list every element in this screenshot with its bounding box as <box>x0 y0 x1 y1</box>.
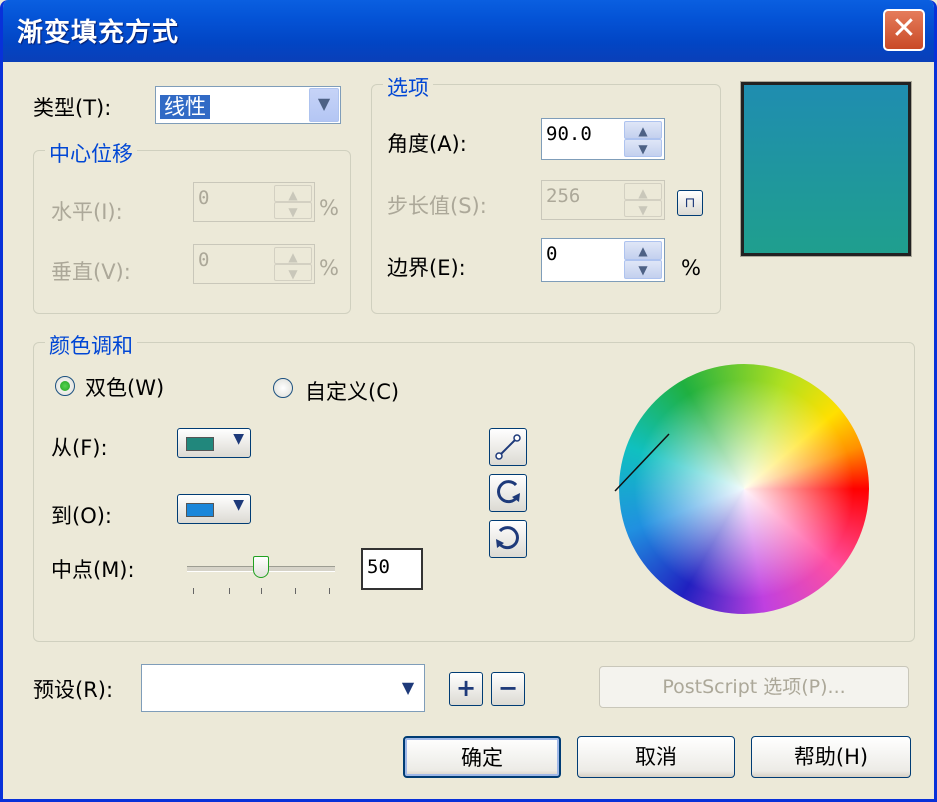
postscript-options-button[interactable]: PostScript 选项(P)... <box>599 666 909 708</box>
type-select[interactable]: 线性 ▼ <box>155 86 341 124</box>
spin-down-icon[interactable]: ▼ <box>274 202 312 219</box>
counterclockwise-path-icon[interactable] <box>489 474 527 512</box>
color-blend-legend: 颜色调和 <box>45 330 137 360</box>
options-legend: 选项 <box>383 72 433 102</box>
custom-radio[interactable] <box>273 378 293 398</box>
title-bar: 渐变填充方式 ✕ <box>3 0 934 62</box>
spin-up-icon[interactable]: ▲ <box>624 121 662 139</box>
two-color-radio[interactable] <box>55 376 75 396</box>
angle-value[interactable]: 90.0 <box>546 123 592 145</box>
help-button[interactable]: 帮助(H) <box>751 736 911 778</box>
two-color-label[interactable]: 双色(W) <box>85 372 164 402</box>
ok-button[interactable]: 确定 <box>403 736 561 778</box>
type-selected-value: 线性 <box>160 95 210 119</box>
lock-icon[interactable]: ⊓ <box>677 190 703 216</box>
from-label: 从(F): <box>51 436 108 460</box>
spin-down-icon[interactable]: ▼ <box>624 139 662 157</box>
chevron-down-icon[interactable]: ▼ <box>393 666 423 710</box>
horizontal-value: 0 <box>198 187 210 209</box>
midpoint-input[interactable]: 50 <box>361 548 423 590</box>
horizontal-spinner[interactable]: 0 ▲ ▼ <box>193 182 315 222</box>
spin-down-icon[interactable]: ▼ <box>274 264 312 281</box>
vertical-spinner[interactable]: 0 ▲ ▼ <box>193 244 315 284</box>
vertical-unit: % <box>319 256 339 280</box>
center-offset-legend: 中心位移 <box>45 138 137 168</box>
midpoint-label: 中点(M): <box>51 558 135 582</box>
angle-label: 角度(A): <box>387 132 467 156</box>
horizontal-label: 水平(I): <box>51 200 123 224</box>
clockwise-path-icon[interactable] <box>489 520 527 558</box>
gradient-preview[interactable] <box>740 81 912 257</box>
presets-label: 预设(R): <box>33 678 114 702</box>
angle-spinner[interactable]: 90.0 ▲ ▼ <box>541 118 665 160</box>
direct-path-icon[interactable] <box>489 428 527 466</box>
center-offset-group <box>33 150 351 314</box>
to-color-swatch <box>186 503 214 517</box>
slider-tick <box>295 588 296 594</box>
chevron-down-icon[interactable]: ▼ <box>309 88 339 122</box>
gradient-fill-dialog: 渐变填充方式 ✕ 类型(T): 线性 ▼ 中心位移 水平(I): 0 ▲ ▼ % … <box>0 0 937 802</box>
steps-label: 步长值(S): <box>387 194 487 218</box>
edge-spinner[interactable]: 0 ▲ ▼ <box>541 238 665 282</box>
cancel-button[interactable]: 取消 <box>577 736 735 778</box>
chevron-down-icon: ▼ <box>233 431 244 447</box>
spin-down-icon[interactable]: ▼ <box>624 260 662 279</box>
color-wheel-indicator <box>614 433 670 492</box>
slider-tick <box>229 588 230 594</box>
dialog-title: 渐变填充方式 <box>17 18 180 48</box>
horizontal-unit: % <box>319 196 339 220</box>
close-button[interactable]: ✕ <box>883 9 925 51</box>
spin-up-icon[interactable]: ▲ <box>274 247 312 264</box>
chevron-down-icon: ▼ <box>233 497 244 513</box>
from-color-picker[interactable]: ▼ <box>177 428 251 458</box>
vertical-value: 0 <box>198 249 210 271</box>
spin-up-icon[interactable]: ▲ <box>274 185 312 202</box>
add-preset-icon[interactable]: + <box>449 672 483 706</box>
to-label: 到(O): <box>51 504 112 528</box>
slider-tick <box>261 588 262 594</box>
spin-up-icon[interactable]: ▲ <box>624 241 662 260</box>
custom-label[interactable]: 自定义(C) <box>305 376 399 406</box>
remove-preset-icon[interactable]: − <box>491 672 525 706</box>
spin-up-icon[interactable]: ▲ <box>624 183 662 200</box>
slider-tick <box>329 588 330 594</box>
midpoint-value[interactable]: 50 <box>367 556 390 578</box>
steps-spinner[interactable]: 256 ▲ ▼ <box>541 180 665 220</box>
spin-down-icon[interactable]: ▼ <box>624 200 662 217</box>
midpoint-slider-thumb[interactable] <box>253 556 269 578</box>
slider-tick <box>193 588 194 594</box>
edge-unit: % <box>681 256 701 280</box>
steps-value: 256 <box>546 185 581 207</box>
vertical-label: 垂直(V): <box>51 260 131 284</box>
type-label: 类型(T): <box>33 96 112 120</box>
presets-select[interactable]: ▼ <box>141 664 425 712</box>
to-color-picker[interactable]: ▼ <box>177 494 251 524</box>
from-color-swatch <box>186 437 214 451</box>
edge-value[interactable]: 0 <box>546 243 557 265</box>
edge-label: 边界(E): <box>387 256 466 280</box>
